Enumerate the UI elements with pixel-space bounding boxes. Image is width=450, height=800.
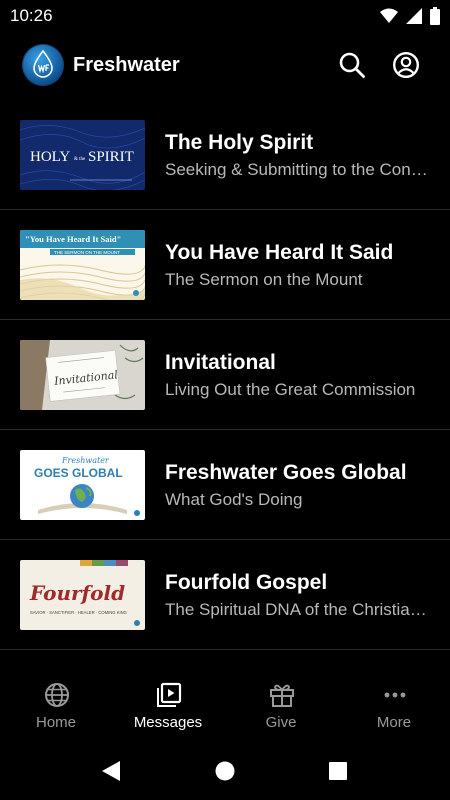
thumb-global-top: Freshwater <box>61 456 110 465</box>
gift-icon <box>270 684 294 707</box>
thumb-amp-text: & the <box>74 157 86 162</box>
list-item[interactable]: Invitational Invitational Living Out the… <box>0 320 450 430</box>
message-title: You Have Heard It Said <box>165 241 394 264</box>
message-title: Fourfold Gospel <box>165 571 328 594</box>
thumb-holy-text: HOLY <box>30 149 70 165</box>
search-icon[interactable] <box>338 51 366 79</box>
list-item[interactable]: "You Have Heard It Said" THE SERMON ON T… <box>0 210 450 320</box>
message-subtitle: Living Out the Great Commission <box>165 380 416 399</box>
recents-icon[interactable] <box>327 760 349 782</box>
nav-messages-label: Messages <box>133 714 203 731</box>
thumbnail-goes-global: Freshwater GOES GLOBAL <box>20 450 145 520</box>
status-bar: 10:26 <box>0 0 450 32</box>
globe-icon <box>45 683 69 707</box>
thumb-heard-title: "You Have Heard It Said" <box>25 234 121 244</box>
list-item[interactable]: Fourfold SAVIOR · SANCTIFIER · HEALER · … <box>0 540 450 650</box>
status-time: 10:26 <box>10 6 53 25</box>
thumbnail-fourfold: Fourfold SAVIOR · SANCTIFIER · HEALER · … <box>20 560 145 630</box>
nav-messages[interactable]: Messages <box>112 670 224 740</box>
wifi-icon <box>380 8 398 23</box>
signal-icon <box>406 8 422 24</box>
more-dots-icon <box>384 692 406 698</box>
message-subtitle: The Sermon on the Mount <box>165 270 363 289</box>
nav-home[interactable]: Home <box>0 670 112 740</box>
thumb-fourfold-script: Fourfold <box>29 581 125 605</box>
nav-give[interactable]: Give <box>225 670 337 740</box>
message-title: Invitational <box>165 351 276 374</box>
messages-list: HOLY & the SPIRIT The Holy Spirit Seekin… <box>0 100 450 650</box>
message-subtitle: What God's Doing <box>165 490 303 509</box>
thumbnail-invitational: Invitational <box>20 340 145 410</box>
status-icons <box>380 7 440 25</box>
app-title: Freshwater <box>73 54 180 76</box>
nav-more-label: More <box>376 714 412 731</box>
nav-more[interactable]: More <box>338 670 450 740</box>
nav-home-label: Home <box>35 714 76 731</box>
video-library-icon <box>157 682 182 707</box>
bottom-navigation: Home Messages Give More <box>0 670 450 740</box>
battery-icon <box>430 7 440 25</box>
nav-give-label: Give <box>265 714 297 731</box>
thumb-heard-banner: THE SERMON ON THE MOUNT <box>54 250 120 255</box>
list-item[interactable]: Freshwater GOES GLOBAL Freshwater Goes G… <box>0 430 450 540</box>
thumbnail-heard-it-said: "You Have Heard It Said" THE SERMON ON T… <box>20 230 145 300</box>
thumb-global-main: GOES GLOBAL <box>34 466 123 480</box>
back-icon[interactable] <box>100 760 122 782</box>
account-icon[interactable] <box>392 51 420 79</box>
message-subtitle: The Spiritual DNA of the Christia… <box>165 600 427 619</box>
thumb-fourfold-tagline: SAVIOR · SANCTIFIER · HEALER · COMING KI… <box>30 610 127 615</box>
message-subtitle: Seeking & Submitting to the Con… <box>165 160 428 179</box>
message-title: The Holy Spirit <box>165 131 314 154</box>
thumbnail-holy-spirit: HOLY & the SPIRIT <box>20 120 145 190</box>
freshwater-logo <box>22 44 64 86</box>
list-item[interactable]: HOLY & the SPIRIT The Holy Spirit Seekin… <box>0 100 450 210</box>
home-circle-icon[interactable] <box>214 760 236 782</box>
thumb-spirit-text: SPIRIT <box>88 149 134 165</box>
system-navigation-bar <box>0 740 450 800</box>
app-bar: Freshwater <box>0 32 450 98</box>
water-drop-icon <box>33 50 53 78</box>
message-title: Freshwater Goes Global <box>165 461 407 484</box>
